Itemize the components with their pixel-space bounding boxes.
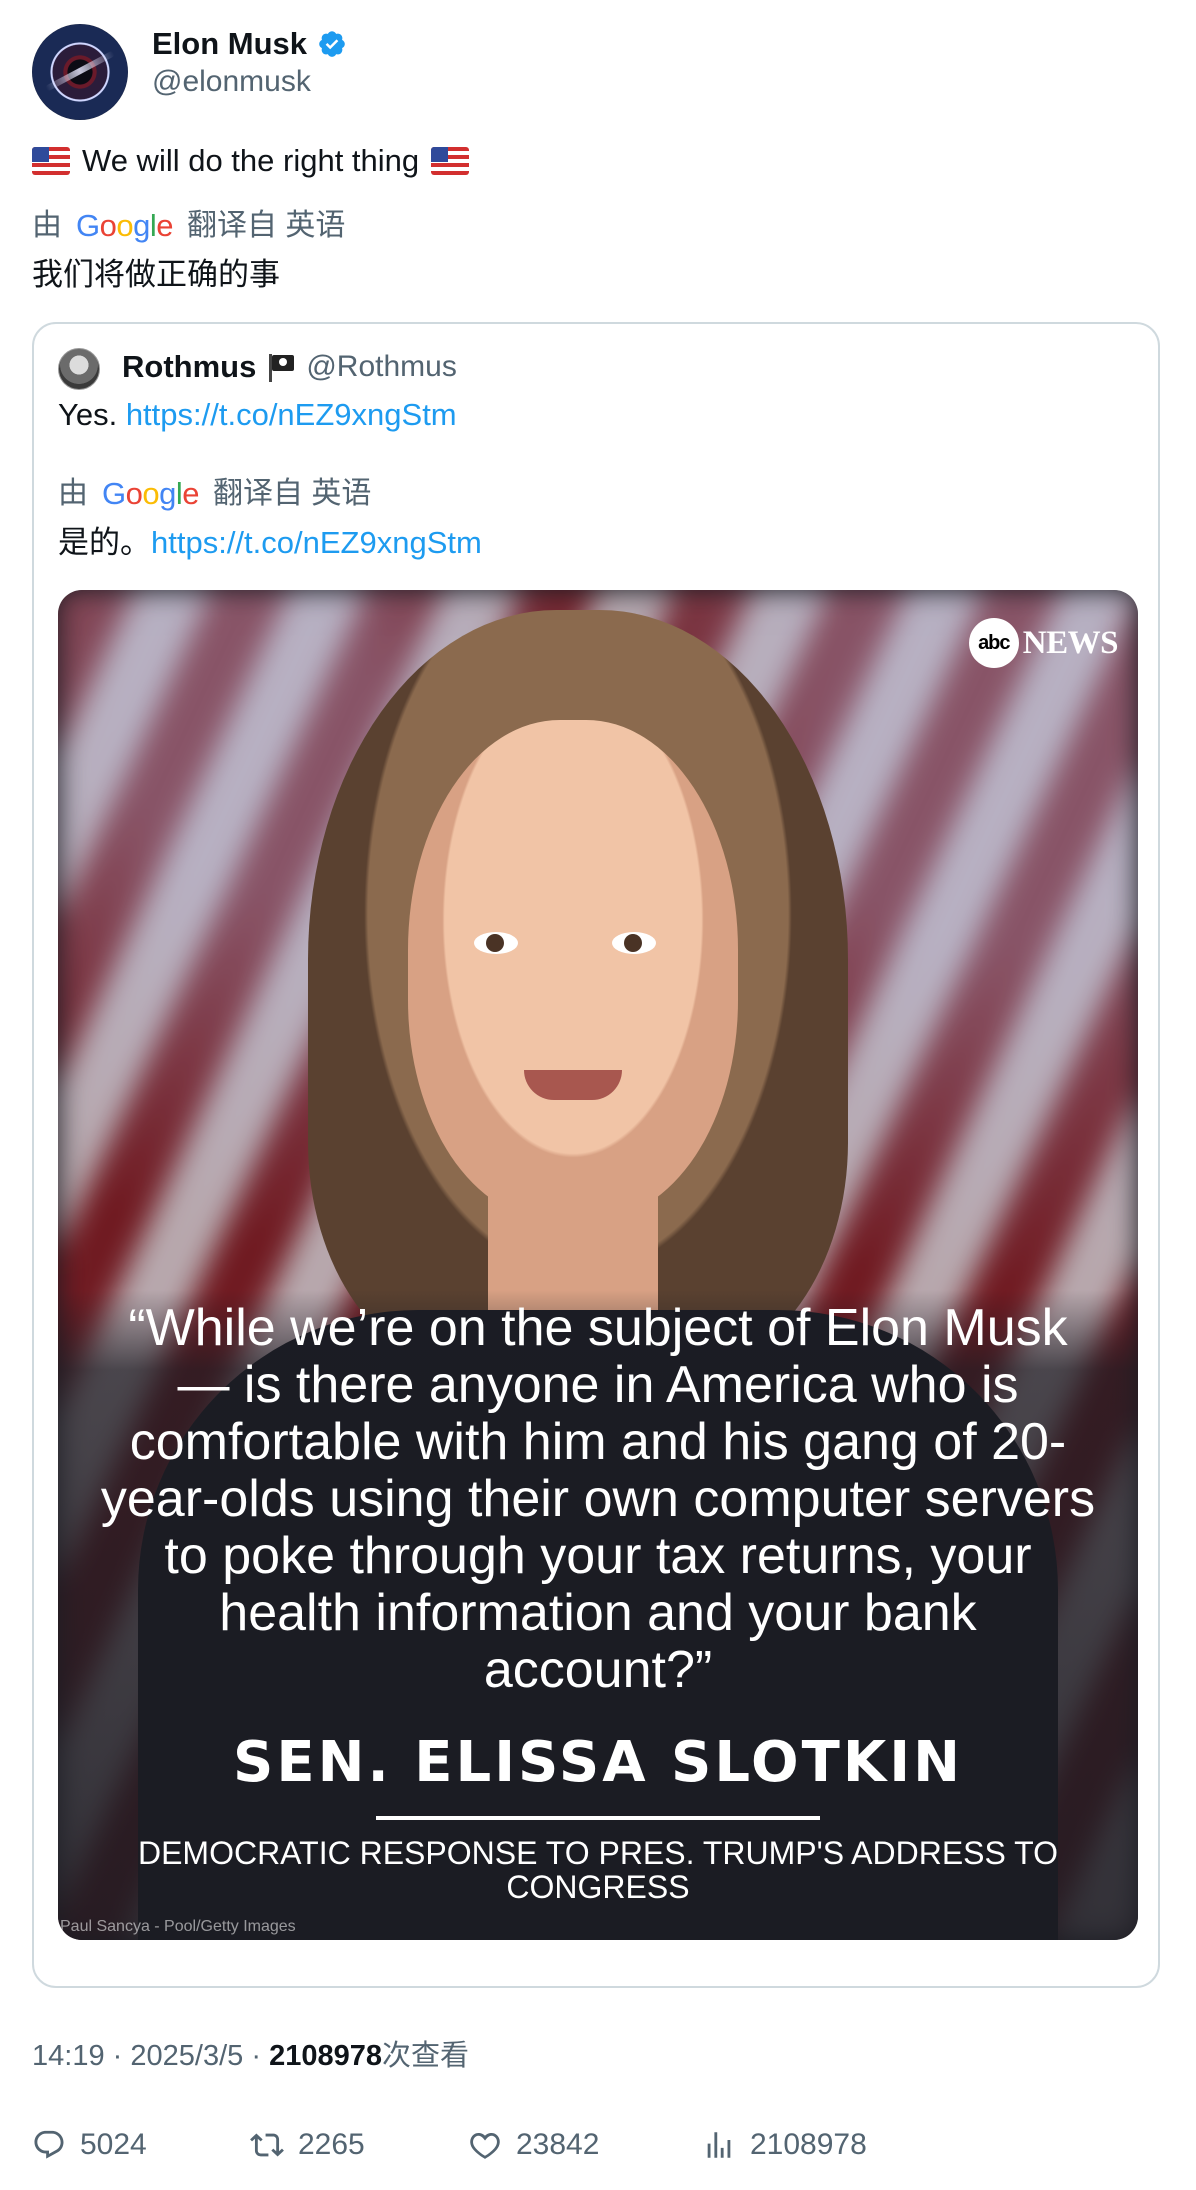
quoted-author-name[interactable]: Rothmus @Rothmus [122, 346, 457, 388]
like-button[interactable]: 23842 [468, 2122, 599, 2168]
author-name[interactable]: Elon Musk [152, 24, 347, 64]
author-handle[interactable]: @elonmusk [152, 62, 311, 102]
views-count: 2108978 [750, 2128, 867, 2161]
abc-mark: abc [968, 618, 1019, 668]
view-count: 2108978 [269, 2040, 382, 2072]
quoted-author-avatar[interactable] [58, 348, 100, 390]
reply-button[interactable]: 5024 [32, 2122, 147, 2168]
quoted-translated-prefix: 是的。 [58, 525, 151, 560]
quoted-translated-link[interactable]: https://t.co/nEZ9xngStm [151, 525, 482, 560]
quoted-translate-prefix: 由 [58, 477, 88, 510]
reply-count: 5024 [80, 2128, 147, 2161]
retweet-button[interactable]: 2265 [250, 2122, 365, 2168]
translate-suffix: 翻译自 英语 [187, 209, 346, 242]
quoted-tweet-image[interactable]: abc NEWS “While we’re on the subject of … [58, 590, 1138, 1940]
tweet-text: We will do the right thing [32, 140, 470, 182]
translation-attribution: 由 Google 翻译自 英语 [32, 206, 345, 246]
quoted-translate-suffix: 翻译自 英语 [213, 477, 372, 510]
translate-prefix: 由 [32, 209, 62, 242]
author-avatar[interactable] [32, 24, 128, 120]
retweet-icon [250, 2133, 284, 2157]
view-label: 次查看 [381, 2040, 469, 2072]
quoted-author-name-text: Rothmus [122, 349, 257, 384]
quoted-tweet-text: Yes. https://t.co/nEZ9xngStm [58, 394, 457, 436]
verified-badge-icon [319, 31, 345, 57]
meta-separator: · [251, 2040, 261, 2072]
retweet-count: 2265 [298, 2128, 365, 2161]
face-shape [408, 720, 738, 1220]
divider [376, 1816, 820, 1820]
author-name-text: Elon Musk [152, 26, 308, 61]
news-wordmark: NEWS [1022, 624, 1119, 661]
tweet-meta: 14:19 · 2025/3/5 · 2108978次查看 [32, 2036, 469, 2076]
tweet-text-content: We will do the right thing [82, 143, 420, 178]
tweet-date[interactable]: 2025/3/5 [130, 2040, 243, 2072]
like-count: 23842 [516, 2128, 600, 2161]
image-speaker-name: SEN. ELISSA SLOTKIN [233, 1730, 963, 1795]
abc-news-logo: abc NEWS [968, 618, 1119, 668]
tweet-time[interactable]: 14:19 [32, 2040, 105, 2072]
us-flag-icon [431, 147, 470, 175]
pirate-flag-icon [266, 352, 296, 382]
meta-separator: · [112, 2040, 123, 2072]
heart-icon [470, 2132, 500, 2159]
image-quote-text: “While we’re on the subject of Elon Musk… [100, 1299, 1096, 1699]
views-button[interactable]: 2108978 [702, 2122, 867, 2168]
quoted-text-prefix: Yes. [58, 397, 118, 432]
google-logo-icon: Google [76, 208, 174, 243]
photo-credit: Paul Sancya - Pool/Getty Images [60, 1918, 296, 1935]
image-subtitle: DEMOCRATIC RESPONSE TO PRES. TRUMP'S ADD… [137, 1835, 1059, 1905]
quoted-author-handle: @Rothmus [306, 350, 457, 383]
translated-text: 我们将做正确的事 [32, 257, 280, 292]
reply-icon [34, 2130, 64, 2159]
quoted-link[interactable]: https://t.co/nEZ9xngStm [126, 397, 457, 432]
google-logo-icon: Google [102, 476, 200, 511]
quoted-translated-text: 是的。https://t.co/nEZ9xngStm [58, 522, 482, 564]
us-flag-icon [32, 147, 70, 175]
quoted-translation-attribution: 由 Google 翻译自 英语 [58, 474, 371, 514]
analytics-icon [707, 2132, 731, 2158]
action-bar: 5024 2265 23842 2108978 [32, 2122, 1132, 2170]
